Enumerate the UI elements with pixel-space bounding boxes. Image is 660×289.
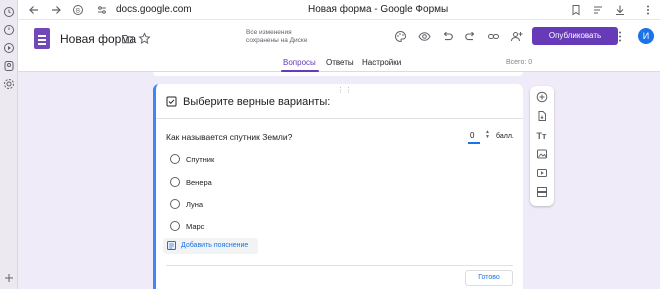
floating-toolbar: Tт [530, 86, 554, 206]
points-value[interactable]: 0 [470, 131, 474, 140]
answer-key-header: Выберите верные варианты: [183, 96, 331, 108]
tab-responses[interactable]: Ответы [326, 58, 354, 67]
option-label: Венера [186, 178, 212, 187]
option-1[interactable]: Спутник [170, 154, 250, 166]
option-2[interactable]: Венера [170, 177, 250, 189]
points-underline [468, 142, 480, 144]
gear-icon[interactable] [3, 78, 15, 90]
svg-text:B: B [76, 8, 80, 14]
option-label: Спутник [186, 155, 215, 164]
previous-card-edge [153, 72, 523, 76]
option-label: Луна [186, 200, 204, 209]
add-collaborator-icon[interactable] [510, 30, 523, 43]
option-3[interactable]: Луна [170, 199, 250, 211]
publish-button[interactable]: Опубликовать [532, 27, 618, 45]
feedback-icon [167, 241, 176, 250]
menu-icon[interactable] [642, 4, 654, 16]
forward-icon[interactable] [50, 4, 62, 16]
undo-icon[interactable] [441, 30, 454, 43]
downloads-icon[interactable] [614, 4, 626, 16]
stepper-arrows-icon[interactable]: ▲ ▼ [485, 130, 490, 140]
google-forms-logo-icon[interactable] [34, 28, 50, 49]
add-feedback-button[interactable]: Добавить пояснение [163, 238, 258, 254]
radio-button[interactable] [170, 177, 180, 187]
star-icon[interactable] [138, 32, 151, 45]
tab-settings[interactable]: Настройки [362, 58, 401, 67]
nine-icon[interactable] [3, 60, 15, 72]
title-icon[interactable]: Tт [536, 129, 548, 141]
checkbox-icon [166, 96, 177, 107]
radio-button[interactable] [170, 154, 180, 164]
divider [166, 265, 513, 266]
play-icon[interactable] [3, 42, 15, 54]
form-tabs: Вопросы Ответы Настройки Всего: 0 [18, 58, 660, 72]
site-info-icon[interactable] [96, 4, 108, 16]
radio-button[interactable] [170, 199, 180, 209]
redo-icon[interactable] [464, 30, 477, 43]
add-icon[interactable] [3, 272, 15, 284]
points-stepper[interactable]: 0 ▲ ▼ [468, 130, 490, 144]
import-icon[interactable] [536, 110, 548, 122]
forms-header: Новая форма Все изменения сохранены на Д… [18, 20, 660, 72]
drag-handle-icon[interactable]: ⋮⋮ [337, 86, 353, 94]
option-label: Марс [186, 222, 205, 231]
preview-eye-icon[interactable] [418, 30, 431, 43]
image-icon[interactable] [536, 148, 548, 160]
link-icon[interactable] [487, 30, 500, 43]
browser-toolbar: B docs.google.com Новая форма - Google Ф… [18, 0, 660, 20]
question-title: Как называется спутник Земли? [166, 132, 293, 142]
extension-icon[interactable]: B [72, 4, 84, 16]
svg-text:Tт: Tт [537, 131, 547, 141]
address-bar-url[interactable]: docs.google.com [116, 4, 192, 15]
more-options-icon[interactable] [616, 30, 624, 43]
divider [156, 118, 523, 119]
question-card[interactable]: ⋮⋮ Выберите верные варианты: Как называе… [153, 84, 523, 289]
clock-icon[interactable] [3, 6, 15, 18]
section-icon[interactable] [536, 186, 548, 198]
browser-sidebar [0, 0, 18, 289]
add-feedback-label: Добавить пояснение [181, 242, 249, 249]
avatar[interactable]: И [638, 28, 654, 44]
tab-questions[interactable]: Вопросы [283, 58, 316, 67]
bookmarks-menu-icon[interactable] [592, 4, 604, 16]
history-icon[interactable] [3, 24, 15, 36]
done-button[interactable]: Готово [465, 270, 513, 286]
page-tab-title: Новая форма - Google Формы [308, 4, 449, 15]
bookmark-icon[interactable] [570, 4, 582, 16]
video-icon[interactable] [536, 167, 548, 179]
palette-icon[interactable] [394, 30, 407, 43]
folder-icon[interactable] [121, 32, 134, 45]
radio-button[interactable] [170, 221, 180, 231]
points-label: балл. [496, 133, 514, 140]
total-points: Всего: 0 [506, 59, 533, 66]
option-4[interactable]: Марс [170, 221, 250, 233]
save-status: Все изменения сохранены на Диске [246, 29, 308, 44]
back-icon[interactable] [28, 4, 40, 16]
add-question-icon[interactable] [536, 91, 548, 103]
